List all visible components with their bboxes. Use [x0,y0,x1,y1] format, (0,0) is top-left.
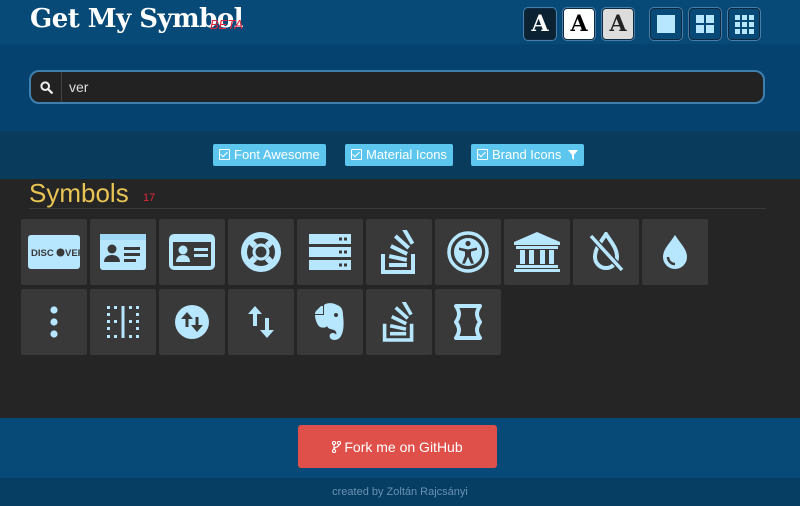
stack-overflow-icon [382,302,414,342]
search-input[interactable] [69,78,749,96]
symbol-tile[interactable] [297,289,363,355]
symbol-tile[interactable] [504,219,570,285]
symbol-tile[interactable] [573,219,639,285]
id-card-outline-icon [169,234,215,270]
symbol-tile[interactable] [159,289,225,355]
symbol-tile[interactable] [228,219,294,285]
font-white-button[interactable]: A [563,8,595,40]
two-by-two-grid-icon [696,15,714,33]
swap-vertical-icon [248,306,274,338]
id-card-icon [100,234,146,270]
tint-slash-icon [588,232,624,272]
filter-icon [568,150,578,160]
beta-badge: BETA [210,17,243,32]
fork-github-button[interactable]: Fork me on GitHub [298,425,497,468]
swap-vertical-circle-icon [175,305,209,339]
symbol-tile[interactable] [297,219,363,285]
layout-grid4-button[interactable] [689,8,721,40]
search-button[interactable] [31,72,62,102]
code-fork-icon [332,440,342,454]
checkbox-checked-icon [351,149,362,160]
filter-label: Material Icons [366,147,447,162]
symbol-tile[interactable] [90,289,156,355]
filter-brand-icons[interactable]: Brand Icons [471,144,584,166]
layout-single-button[interactable] [650,8,682,40]
filter-label: Brand Icons [492,147,562,162]
stack-overflow-icon [381,230,415,274]
three-by-three-grid-icon [734,14,754,34]
symbol-tile[interactable] [435,219,501,285]
symbol-tile[interactable] [366,219,432,285]
result-count: 17 [143,192,156,204]
symbol-tile[interactable] [435,289,501,355]
tint-icon [663,235,687,269]
discover-card-icon: DISC VER [28,235,80,269]
symbol-tile[interactable] [90,219,156,285]
server-icon [309,234,351,270]
section-title: Symbols [29,178,129,208]
filter-font-awesome[interactable]: Font Awesome [213,144,326,166]
symbol-tile[interactable] [21,289,87,355]
single-column-icon [657,15,675,33]
search-icon [39,80,53,94]
layout-grid9-button[interactable] [728,8,760,40]
svg-text:DISC: DISC [31,248,54,259]
filter-label: Font Awesome [234,147,320,162]
checkbox-checked-icon [477,149,488,160]
fork-label: Fork me on GitHub [344,439,463,455]
life-ring-icon [241,232,281,272]
symbol-tile[interactable] [366,289,432,355]
divider [29,208,766,209]
ellipsis-vertical-icon [50,306,58,338]
symbol-tile[interactable] [159,219,225,285]
credit-text: created by Zoltán Rajcsányi [332,486,468,498]
font-grey-button[interactable]: A [602,8,634,40]
symbol-tile[interactable] [642,219,708,285]
checkbox-checked-icon [219,149,230,160]
hourglass-empty-icon [454,304,482,340]
symbol-tile[interactable] [228,289,294,355]
universal-access-icon [447,231,489,273]
svg-text:VER: VER [65,248,80,259]
search-box [29,70,765,104]
evernote-icon [315,303,344,340]
font-dark-button[interactable]: A [524,8,556,40]
filter-material-icons[interactable]: Material Icons [345,144,453,166]
university-icon [514,232,560,272]
symbol-tile[interactable]: DISC VER [21,219,87,285]
border-vertical-icon [107,306,139,338]
